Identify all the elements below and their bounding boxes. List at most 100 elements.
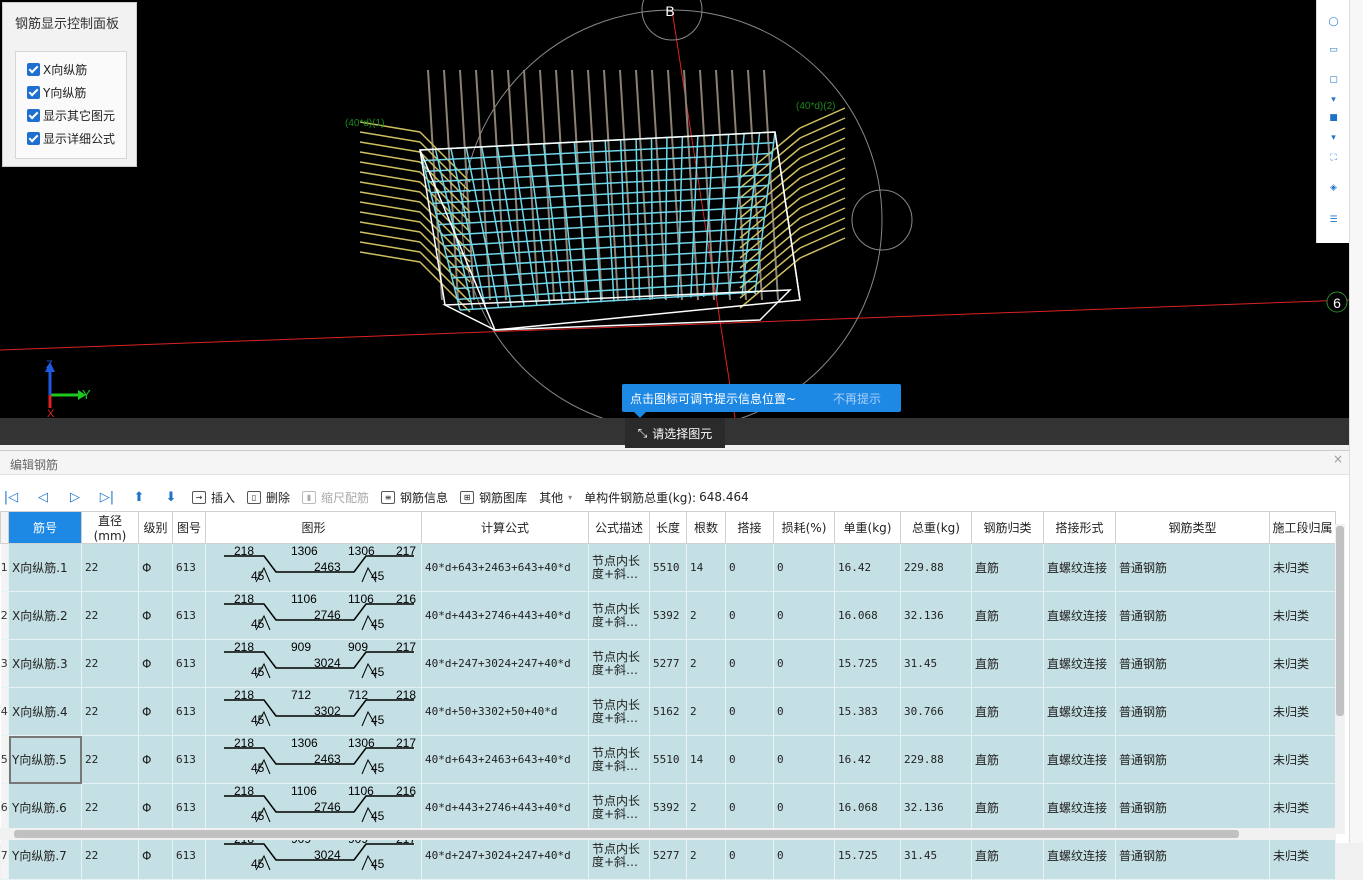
formula-description-cell[interactable]: 节点内长度+斜… (588, 735, 650, 784)
row-number[interactable]: 3 (0, 639, 9, 688)
checkbox-checked-icon[interactable] (27, 86, 40, 99)
table-row[interactable]: 4 X向纵筋.4 22 Φ 613 218 712 712 218 45 3302 45 40*d+50… (0, 687, 1336, 736)
rebar-name-cell[interactable]: X向纵筋.4 (8, 687, 82, 736)
row-number[interactable]: 5 (0, 735, 9, 784)
row-number[interactable]: 6 (0, 783, 9, 832)
count-cell[interactable]: 14 (686, 543, 726, 592)
stage-cell[interactable]: 未归类 (1269, 543, 1336, 592)
checkbox-other-elements[interactable]: 显示其它图元 (27, 107, 115, 124)
shape-cell[interactable]: 218 1106 1106 216 45 2746 45 (205, 783, 422, 832)
lap-cell[interactable]: 0 (725, 639, 774, 688)
rebar-type-cell[interactable]: 普通钢筋 (1115, 687, 1270, 736)
count-cell[interactable]: 2 (686, 639, 726, 688)
rebar-name-cell[interactable]: X向纵筋.2 (8, 591, 82, 640)
lap-cell[interactable]: 0 (725, 543, 774, 592)
unit-weight-cell[interactable]: 15.725 (834, 639, 901, 688)
loss-cell[interactable]: 0 (773, 639, 835, 688)
checkbox-x-rebar[interactable]: X向纵筋 (27, 61, 87, 78)
delete-button[interactable]: ▯ 删除 (247, 489, 290, 506)
shape-cell[interactable]: 21890990921745302445 (205, 639, 422, 688)
lap-type-cell[interactable]: 直螺纹连接 (1043, 639, 1116, 688)
column-header[interactable]: 筋号 (8, 511, 82, 544)
lap-cell[interactable]: 0 (725, 687, 774, 736)
rebar-name-cell[interactable]: X向纵筋.3 (8, 639, 82, 688)
formula-description-cell[interactable]: 节点内长度+斜… (588, 639, 650, 688)
lap-type-cell[interactable]: 直螺纹连接 (1043, 591, 1116, 640)
lap-type-cell[interactable]: 直螺纹连接 (1043, 543, 1116, 592)
insert-button[interactable]: → 插入 (192, 489, 235, 506)
formula-description-cell[interactable]: 节点内长度+斜… (588, 543, 650, 592)
figure-number-cell[interactable]: 613 (172, 591, 206, 640)
last-record-icon[interactable]: ▷| (96, 490, 118, 505)
figure-number-cell[interactable]: 613 (172, 543, 206, 592)
prev-record-icon[interactable]: ◁ (32, 490, 54, 505)
grade-cell[interactable]: Φ (138, 783, 173, 832)
rebar-type-cell[interactable]: 普通钢筋 (1115, 591, 1270, 640)
formula-cell[interactable]: 40*d+443+2746+443+40*d (421, 783, 589, 832)
length-cell[interactable]: 5510 (649, 543, 687, 592)
grade-cell[interactable]: Φ (138, 639, 173, 688)
loss-cell[interactable]: 0 (773, 591, 835, 640)
column-header[interactable]: 级别 (138, 511, 173, 544)
category-cell[interactable]: 直筋 (971, 639, 1044, 688)
diameter-cell[interactable]: 22 (81, 783, 139, 832)
rebar-type-cell[interactable]: 普通钢筋 (1115, 543, 1270, 592)
lap-type-cell[interactable]: 直螺纹连接 (1043, 735, 1116, 784)
checkbox-y-rebar[interactable]: Y向纵筋 (27, 84, 86, 101)
3d-viewport[interactable]: B 6 (40*d)(1) (40*d)(2) Y Z X 钢筋显示控制面板 X… (0, 0, 1349, 418)
move-up-icon[interactable]: ⬆ (128, 490, 150, 505)
checkbox-checked-icon[interactable] (27, 109, 40, 122)
loss-cell[interactable]: 0 (773, 783, 835, 832)
diameter-cell[interactable]: 22 (81, 687, 139, 736)
total-weight-cell[interactable]: 31.45 (900, 639, 972, 688)
count-cell[interactable]: 2 (686, 687, 726, 736)
stage-cell[interactable]: 未归类 (1269, 735, 1336, 784)
column-header[interactable]: 总重(kg) (900, 511, 972, 544)
formula-cell[interactable]: 40*d+443+2746+443+40*d (421, 591, 589, 640)
diameter-cell[interactable]: 22 (81, 639, 139, 688)
column-header[interactable]: 公式描述 (588, 511, 650, 544)
lap-type-cell[interactable]: 直螺纹连接 (1043, 687, 1116, 736)
rebar-info-button[interactable]: ≡ 钢筋信息 (381, 489, 448, 506)
row-number[interactable]: 1 (0, 543, 9, 592)
total-weight-cell[interactable]: 32.136 (900, 783, 972, 832)
figure-number-cell[interactable]: 613 (172, 639, 206, 688)
column-header[interactable]: 单重(kg) (834, 511, 901, 544)
loss-cell[interactable]: 0 (773, 543, 835, 592)
table-row[interactable]: 5 Y向纵筋.5 22 Φ 613 218 1306 1306 217 45 2463 45 40*d+… (0, 735, 1336, 784)
grade-cell[interactable]: Φ (138, 543, 173, 592)
formula-description-cell[interactable]: 节点内长度+斜… (588, 783, 650, 832)
rebar-3d-scene[interactable]: B 6 (40*d)(1) (40*d)(2) Y Z X (0, 0, 1349, 418)
loss-cell[interactable]: 0 (773, 687, 835, 736)
next-record-icon[interactable]: ▷ (64, 490, 86, 505)
column-header[interactable]: 图号 (172, 511, 206, 544)
scrollbar-thumb[interactable] (14, 830, 1239, 838)
length-cell[interactable]: 5277 (649, 639, 687, 688)
figure-number-cell[interactable]: 613 (172, 687, 206, 736)
rebar-type-cell[interactable]: 普通钢筋 (1115, 783, 1270, 832)
table-row[interactable]: 2 X向纵筋.2 22 Φ 613 218 1106 1106 216 45 2746 45 40*d+… (0, 591, 1336, 640)
diameter-cell[interactable]: 22 (81, 591, 139, 640)
chevron-down-icon[interactable]: ▾ (1323, 128, 1344, 149)
column-header[interactable]: 损耗(%) (773, 511, 835, 544)
row-number[interactable]: 4 (0, 687, 9, 736)
scrollbar-thumb[interactable] (1336, 526, 1344, 716)
formula-description-cell[interactable]: 节点内长度+斜… (588, 591, 650, 640)
table-horizontal-scrollbar[interactable] (0, 828, 1335, 840)
shape-cell[interactable]: 218 1106 1106 216 45 2746 45 (205, 591, 422, 640)
rebar-library-button[interactable]: ⊞ 钢筋图库 (460, 489, 527, 506)
grade-cell[interactable]: Φ (138, 687, 173, 736)
length-cell[interactable]: 5392 (649, 783, 687, 832)
rebar-name-cell[interactable]: X向纵筋.1 (8, 543, 82, 592)
move-down-icon[interactable]: ⬇ (160, 490, 182, 505)
unit-weight-cell[interactable]: 16.068 (834, 591, 901, 640)
other-dropdown[interactable]: 其他 ▾ (539, 489, 572, 506)
rebar-name-cell[interactable]: Y向纵筋.5 (8, 735, 82, 784)
rebar-name-cell[interactable]: Y向纵筋.6 (8, 783, 82, 832)
column-header[interactable]: 施工段归属 (1269, 511, 1336, 544)
total-weight-cell[interactable]: 32.136 (900, 591, 972, 640)
count-cell[interactable]: 2 (686, 783, 726, 832)
total-weight-cell[interactable]: 229.88 (900, 543, 972, 592)
column-header[interactable]: 搭接 (725, 511, 774, 544)
table-row[interactable]: 1 X向纵筋.1 22 Φ 613 218 1306 1306 217 45 2463 45 40*d+… (0, 543, 1336, 592)
